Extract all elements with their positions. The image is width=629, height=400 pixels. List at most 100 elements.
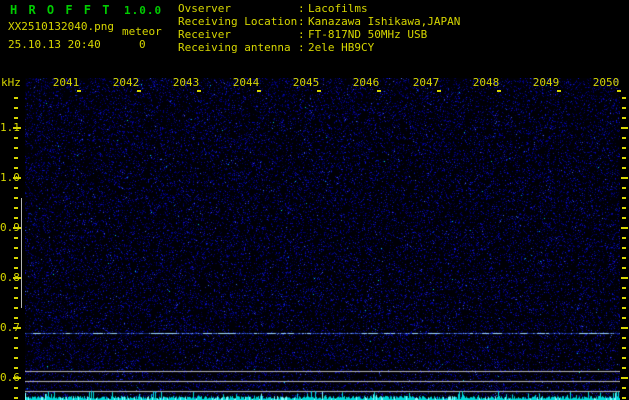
- time-minute-tick: [437, 90, 441, 92]
- info-row-receiver: Receiver : FT-817ND 50MHz USB: [178, 28, 460, 41]
- freq-minor-tick-right: [622, 107, 626, 109]
- freq-minor-tick-right: [622, 257, 626, 259]
- freq-major-tick: [13, 127, 21, 129]
- time-minute-tick: [497, 90, 501, 92]
- info-separator: :: [298, 28, 305, 41]
- freq-minor-tick: [14, 387, 18, 389]
- meteor-count-value: 0: [139, 38, 146, 51]
- freq-minor-tick: [14, 267, 18, 269]
- info-label: Receiver: [178, 28, 231, 41]
- freq-major-tick-right: [621, 377, 628, 379]
- freq-minor-tick: [14, 317, 18, 319]
- time-label: 2046: [352, 76, 380, 89]
- info-value: Lacofilms: [308, 2, 368, 15]
- freq-minor-tick: [14, 287, 18, 289]
- freq-minor-tick-right: [622, 207, 626, 209]
- time-minute-tick: [377, 90, 381, 92]
- freq-minor-tick: [14, 247, 18, 249]
- freq-minor-tick-right: [622, 347, 626, 349]
- freq-minor-tick-right: [622, 97, 626, 99]
- freq-minor-tick-right: [622, 307, 626, 309]
- freq-major-label: 1.0: [0, 171, 20, 184]
- freq-minor-tick: [14, 297, 18, 299]
- freq-major-label: 0.7: [0, 321, 20, 334]
- freq-axis-unit: kHz: [1, 76, 21, 89]
- freq-minor-tick-right: [622, 117, 626, 119]
- info-label: Receiving antenna: [178, 41, 291, 54]
- freq-minor-tick: [14, 237, 18, 239]
- detection-band-marker: [21, 198, 22, 308]
- freq-minor-tick-right: [622, 337, 626, 339]
- station-info-panel: Ovserver : Lacofilms Receiving Location …: [178, 2, 460, 54]
- freq-minor-tick: [14, 107, 18, 109]
- freq-major-label: 0.8: [0, 271, 20, 284]
- freq-minor-tick: [14, 257, 18, 259]
- freq-minor-tick-right: [622, 287, 626, 289]
- spectrogram-canvas: [25, 78, 620, 400]
- freq-major-label: 0.9: [0, 221, 20, 234]
- freq-minor-tick: [14, 197, 18, 199]
- freq-major-tick: [13, 377, 21, 379]
- freq-minor-tick-right: [622, 147, 626, 149]
- freq-minor-tick: [14, 137, 18, 139]
- info-separator: :: [298, 41, 305, 54]
- time-minute-tick: [137, 90, 141, 92]
- freq-minor-tick-right: [622, 197, 626, 199]
- freq-minor-tick-right: [622, 317, 626, 319]
- freq-minor-tick: [14, 157, 18, 159]
- info-value: Kanazawa Ishikawa,JAPAN: [308, 15, 461, 28]
- freq-minor-tick: [14, 307, 18, 309]
- freq-major-tick-right: [621, 177, 628, 179]
- output-filename: XX2510132040.png: [8, 20, 114, 33]
- time-label: 2050: [592, 76, 620, 89]
- freq-minor-tick-right: [622, 247, 626, 249]
- time-label: 2043: [172, 76, 200, 89]
- time-label: 2044: [232, 76, 260, 89]
- freq-minor-tick: [14, 97, 18, 99]
- freq-major-label: 0.6: [0, 371, 20, 384]
- app-version: 1.0.0: [124, 4, 163, 17]
- freq-minor-tick-right: [622, 357, 626, 359]
- freq-major-label: 1.1: [0, 121, 20, 134]
- freq-minor-tick-right: [622, 137, 626, 139]
- time-label: 2049: [532, 76, 560, 89]
- freq-minor-tick-right: [622, 167, 626, 169]
- time-minute-tick: [77, 90, 81, 92]
- hrofft-window: H R O F F T 1.0.0 XX2510132040.png meteo…: [0, 0, 629, 400]
- time-minute-tick: [557, 90, 561, 92]
- freq-major-tick: [13, 327, 21, 329]
- time-label: 2041: [52, 76, 80, 89]
- time-label: 2047: [412, 76, 440, 89]
- freq-major-tick-right: [621, 227, 628, 229]
- time-minute-tick: [617, 90, 621, 92]
- info-label: Receiving Location: [178, 15, 298, 28]
- freq-minor-tick: [14, 117, 18, 119]
- info-separator: :: [298, 2, 305, 15]
- freq-minor-tick: [14, 207, 18, 209]
- info-row-location: Receiving Location : Kanazawa Ishikawa,J…: [178, 15, 460, 28]
- freq-minor-tick-right: [622, 217, 626, 219]
- time-minute-tick: [257, 90, 261, 92]
- time-label: 2048: [472, 76, 500, 89]
- time-label: 2045: [292, 76, 320, 89]
- freq-minor-tick: [14, 147, 18, 149]
- info-value: 2ele HB9CY: [308, 41, 375, 54]
- time-label: 2042: [112, 76, 140, 89]
- freq-minor-tick-right: [622, 187, 626, 189]
- freq-minor-tick-right: [622, 157, 626, 159]
- freq-major-tick-right: [621, 277, 628, 279]
- freq-minor-tick-right: [622, 297, 626, 299]
- freq-minor-tick: [14, 337, 18, 339]
- time-minute-tick: [197, 90, 201, 92]
- freq-major-tick-right: [621, 327, 628, 329]
- freq-minor-tick: [14, 217, 18, 219]
- freq-minor-tick-right: [622, 387, 626, 389]
- observation-datetime: 25.10.13 20:40: [8, 38, 101, 51]
- freq-minor-tick: [14, 167, 18, 169]
- freq-minor-tick-right: [622, 267, 626, 269]
- freq-minor-tick: [14, 357, 18, 359]
- freq-minor-tick: [14, 367, 18, 369]
- freq-minor-tick-right: [622, 367, 626, 369]
- info-value: FT-817ND 50MHz USB: [308, 28, 428, 41]
- time-minute-tick: [317, 90, 321, 92]
